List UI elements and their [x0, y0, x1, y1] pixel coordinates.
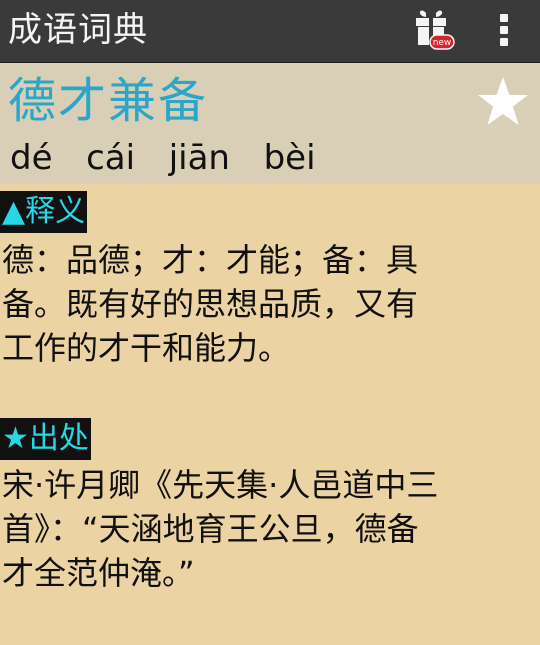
idiom-word: 德才兼备 — [8, 73, 209, 129]
definition-text: 德：品德；才：才能；备：具 备。既有好的思想品质，又有 工作的才干和能力。 — [2, 238, 522, 370]
overflow-menu-button[interactable] — [488, 8, 520, 52]
definition-line: 工作的才干和能力。 — [2, 329, 291, 367]
source-line: 才全范仲淹。” — [2, 554, 195, 592]
star-icon — [478, 77, 528, 125]
favorite-button[interactable] — [474, 74, 532, 132]
gift-badge-text: new — [433, 38, 452, 48]
overflow-menu-icon — [500, 14, 508, 22]
definition-line: 备。既有好的思想品质，又有 — [2, 285, 419, 323]
definition-line: 德：品德；才：才能；备：具 — [2, 241, 419, 279]
app-title: 成语词典 — [8, 10, 148, 50]
app-bar: 成语词典 new — [0, 0, 540, 63]
source-label: ★出处 — [0, 418, 91, 460]
gift-new-icon: new — [416, 10, 455, 50]
source-line: 首》：“天涵地育王公旦，德备 — [2, 510, 419, 548]
idiom-pinyin: dé cái jiān bèi — [10, 138, 316, 178]
definition-label: ▲释义 — [0, 191, 88, 233]
source-line: 宋·许月卿《先天集·人邑道中三 — [2, 466, 439, 504]
source-text: 宋·许月卿《先天集·人邑道中三 首》：“天涵地育王公旦，德备 才全范仲淹。” — [2, 463, 522, 595]
gift-button[interactable]: new — [410, 6, 456, 54]
idiom-header: 德才兼备 dé cái jiān bèi — [0, 64, 540, 184]
